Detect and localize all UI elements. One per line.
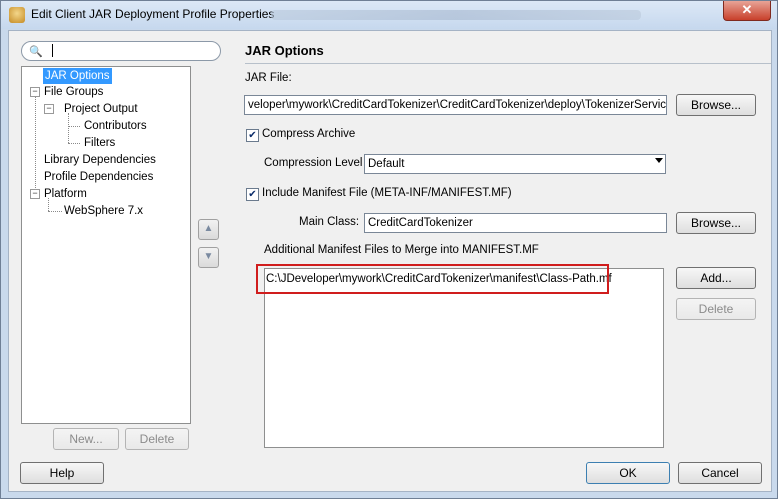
dialog-body: 🔍 − − − JAR Options File Groups Project … [8,30,772,492]
main-class-label: Main Class: [299,216,360,228]
tree-item-profile-dependencies[interactable]: Profile Dependencies [44,169,153,185]
text-caret [52,44,53,57]
compression-level-select[interactable]: Default [364,154,666,174]
binoculars-icon: 🔍 [29,46,43,58]
ok-button[interactable]: OK [586,462,670,484]
compression-level-label: Compression Level [264,157,363,169]
panel-title: JAR Options [245,43,324,58]
title-bar: Edit Client JAR Deployment Profile Prope… [1,1,777,29]
app-icon [9,7,25,23]
manifest-files-list[interactable]: C:\JDeveloper\mywork\CreditCardTokenizer… [264,268,664,448]
jar-file-label: JAR File: [245,72,292,84]
delete-manifest-button[interactable]: Delete [676,298,756,320]
tree-item-websphere[interactable]: WebSphere 7.x [64,203,143,219]
tree-item-library-dependencies[interactable]: Library Dependencies [44,152,156,168]
tree-item-contributors[interactable]: Contributors [84,118,147,134]
close-button[interactable]: ✕ [723,1,771,21]
dialog-window: Edit Client JAR Deployment Profile Prope… [0,0,778,499]
browse-jar-button[interactable]: Browse... [676,94,756,116]
compression-level-value: Default [368,158,405,170]
panel-divider [245,63,771,64]
chevron-down-icon [655,158,663,163]
compress-archive-checkbox[interactable]: ✔ [246,129,259,142]
additional-manifest-label: Additional Manifest Files to Merge into … [264,244,539,256]
collapse-file-groups-icon[interactable]: − [30,87,40,97]
compress-archive-label: Compress Archive [262,128,356,140]
help-button[interactable]: Help [20,462,104,484]
red-annotation-box [256,264,609,294]
browse-main-class-button[interactable]: Browse... [676,212,756,234]
blurred-background-title [271,10,641,20]
tree-item-filters[interactable]: Filters [84,135,115,151]
tree-item-jar-options[interactable]: JAR Options [43,68,112,84]
window-title: Edit Client JAR Deployment Profile Prope… [31,7,275,21]
delete-left-button[interactable]: Delete [125,428,189,450]
include-manifest-label: Include Manifest File (META-INF/MANIFEST… [262,187,512,199]
navigation-tree: − − − JAR Options File Groups Project Ou… [21,66,191,424]
jar-file-field[interactable]: veloper\mywork\CreditCardTokenizer\Credi… [244,95,667,115]
search-box[interactable]: 🔍 [21,41,221,61]
main-class-field[interactable]: CreditCardTokenizer [364,213,667,233]
include-manifest-checkbox[interactable]: ✔ [246,188,259,201]
tree-item-project-output[interactable]: Project Output [64,101,138,117]
tree-item-file-groups[interactable]: File Groups [44,84,103,100]
add-manifest-button[interactable]: Add... [676,267,756,289]
new-button[interactable]: New... [53,428,119,450]
collapse-platform-icon[interactable]: − [30,189,40,199]
collapse-project-output-icon[interactable]: − [44,104,54,114]
move-down-button[interactable]: ▼ [198,247,219,268]
move-up-button[interactable]: ▲ [198,219,219,240]
cancel-button[interactable]: Cancel [678,462,762,484]
tree-item-platform[interactable]: Platform [44,186,87,202]
